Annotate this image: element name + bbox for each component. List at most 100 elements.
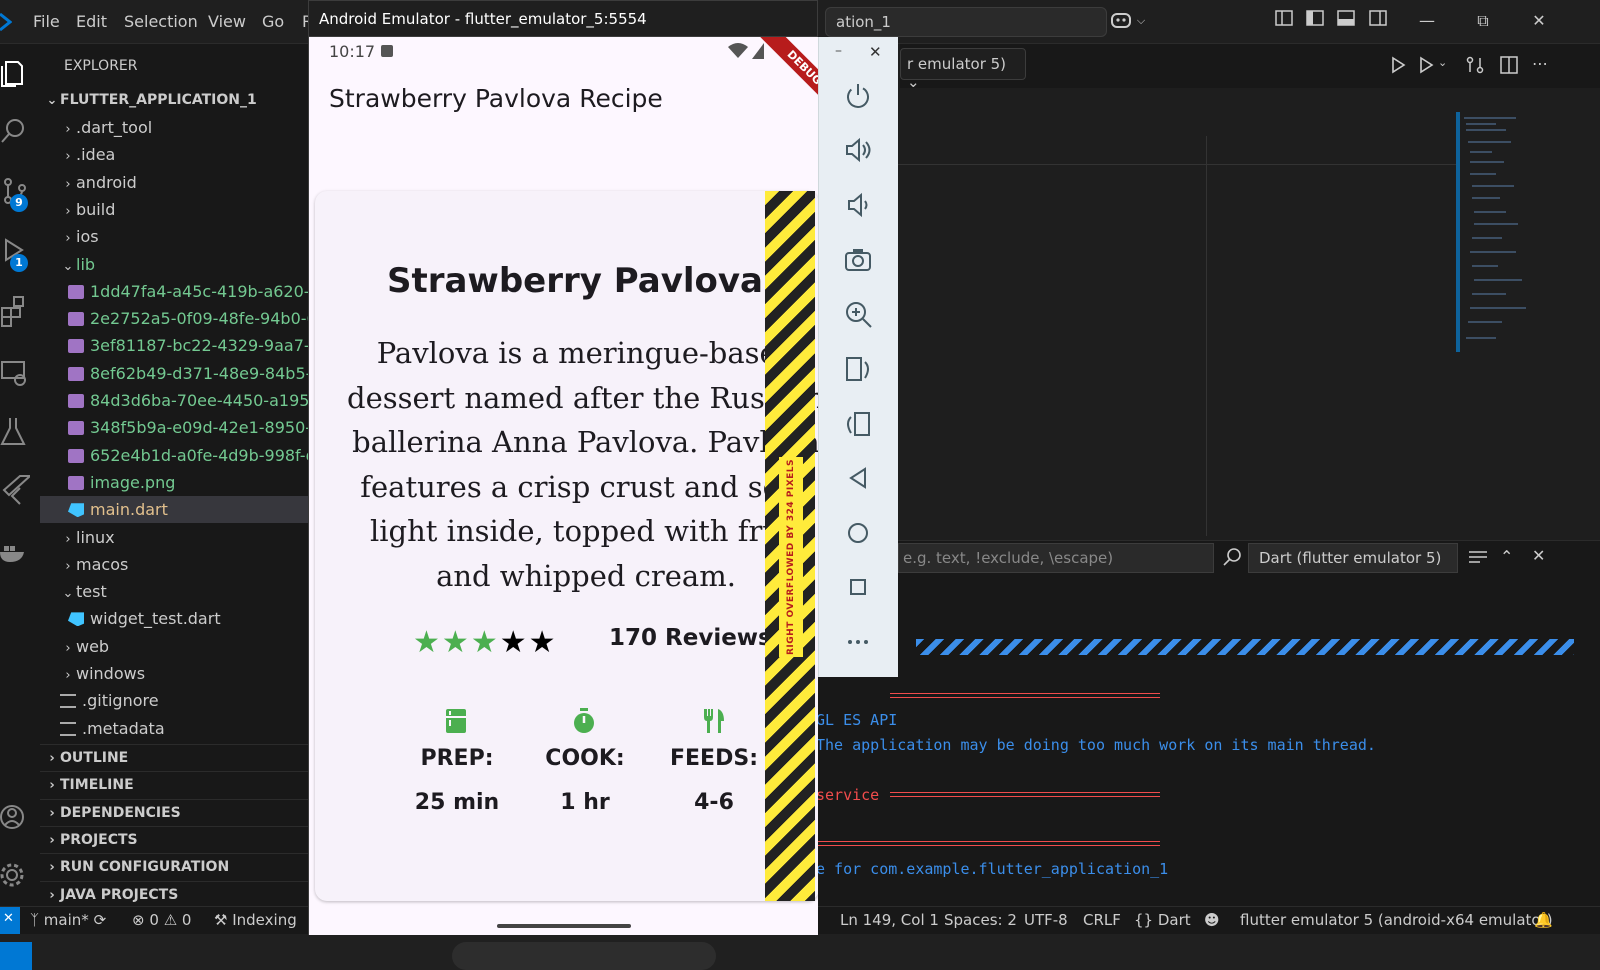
extensions-icon[interactable] [0,294,30,328]
minimize-icon[interactable]: – [835,43,842,59]
menu-selection[interactable]: Selection [124,12,198,31]
tree-item[interactable]: 3ef81187-bc22-4329-9aa7-5d... [40,332,316,359]
explorer-icon[interactable] [0,56,30,90]
minimize-icon[interactable]: — [1416,10,1438,32]
section-dependencies[interactable]: › DEPENDENCIES [40,798,316,826]
tree-item[interactable]: .gitignore [40,687,316,714]
run-target-dropdown[interactable]: r emulator 5) ⌄ [900,48,1026,91]
section-outline[interactable]: › OUTLINE [40,744,316,771]
output-filter-input[interactable]: e.g. text, !exclude, \escape) [898,543,1214,573]
file-icon [60,721,76,736]
section-java-projects[interactable]: › JAVA PROJECTS [40,880,316,908]
tree-item[interactable]: › android [40,169,316,196]
volume-up-icon[interactable] [843,135,873,165]
tree-item[interactable]: 2e2752a5-0f09-48fe-94b0-6d... [40,305,316,332]
tree-item[interactable]: › build [40,196,316,223]
tree-item-label: 84d3d6ba-70ee-4450-a195-f1... [90,391,316,410]
run-icon[interactable] [1390,56,1406,74]
section-timeline[interactable]: › TIMELINE [40,771,316,798]
gesture-nav-handle[interactable] [497,924,631,928]
accounts-icon[interactable] [0,800,30,834]
menu-go[interactable]: Go [262,12,284,31]
camera-icon[interactable] [843,245,873,275]
testing-icon[interactable] [0,414,30,448]
close-icon[interactable]: ✕ [869,43,882,61]
docker-icon[interactable] [0,534,30,568]
tree-item[interactable]: 84d3d6ba-70ee-4450-a195-f1... [40,387,316,414]
rotate-left-icon[interactable] [843,354,873,384]
back-icon[interactable] [843,463,873,493]
close-window-icon[interactable]: ✕ [1528,10,1550,32]
power-icon[interactable] [843,81,873,111]
home-icon[interactable] [843,518,873,548]
notifications-bell-icon[interactable]: 🔔 [1534,911,1553,929]
toggle-secondary-sidebar-icon[interactable] [1367,10,1389,32]
run-debug-dropdown-icon[interactable] [1418,56,1434,74]
device-status[interactable]: flutter emulator 5 (android-x64 emulator… [1240,911,1553,929]
tree-item[interactable]: ⌄ test [40,578,316,605]
remote-explorer-icon[interactable] [0,356,30,390]
tree-item[interactable]: › linux [40,524,316,551]
maximize-panel-icon[interactable]: ⌃ [1500,547,1513,566]
compare-changes-icon[interactable] [1466,56,1484,74]
cursor-position[interactable]: Ln 149, Col 1 [840,911,939,929]
volume-down-icon[interactable] [843,190,873,220]
project-root[interactable]: ⌄ FLUTTER_APPLICATION_1 [40,87,316,114]
language-status[interactable]: {} Dart [1134,911,1191,929]
tree-item[interactable]: widget_test.dart [40,605,316,632]
tree-item[interactable]: 348f5b9a-e09d-42e1-8950-35... [40,414,316,441]
minimap[interactable] [1456,112,1556,372]
tree-item[interactable]: › macos [40,551,316,578]
problems-status[interactable]: ⊗ 0 ⚠ 0 [132,911,191,929]
chevron-down-icon[interactable]: ⌵ [1130,10,1152,32]
eol-status[interactable]: CRLF [1083,911,1121,929]
tree-item[interactable]: .metadata [40,715,316,742]
menu-edit[interactable]: Edit [76,12,107,31]
tree-item[interactable]: › windows [40,660,316,687]
restore-icon[interactable]: ⧉ [1472,10,1494,32]
toggle-primary-sidebar-icon[interactable] [1304,10,1326,32]
tree-item[interactable]: › ios [40,223,316,250]
tree-item[interactable]: 8ef62b49-d371-48e9-84b5-b6... [40,360,316,387]
command-center-search[interactable]: ation_1 [825,7,1107,37]
more-icon[interactable] [843,627,873,657]
close-panel-icon[interactable]: ✕ [1532,546,1545,565]
copilot-status-icon[interactable]: ☻ [1204,911,1220,929]
output-line: service [816,786,880,804]
section-projects[interactable]: › PROJECTS [40,825,316,853]
indentation-status[interactable]: Spaces: 2 [944,911,1017,929]
menu-view[interactable]: View [208,12,246,31]
branch-status[interactable]: ᛉ main* ⟳ [30,911,106,929]
taskbar-search[interactable] [452,942,716,970]
tree-item[interactable]: › .dart_tool [40,114,316,141]
settings-gear-icon[interactable] [0,858,30,892]
chevron-down-icon[interactable]: ⌄ [1438,56,1447,69]
zoom-icon[interactable] [843,299,873,329]
word-wrap-icon[interactable] [1468,549,1488,565]
tree-item[interactable]: › .idea [40,141,316,168]
split-editor-icon[interactable] [1500,56,1518,74]
search-icon[interactable] [1222,547,1242,567]
tree-item[interactable]: 1dd47fa4-a45c-419b-a620-14... [40,278,316,305]
toggle-panel-icon[interactable] [1335,10,1357,32]
customize-layout-icon[interactable] [1273,10,1295,32]
encoding-status[interactable]: UTF-8 [1024,911,1068,929]
output-channel-select[interactable]: Dart (flutter emulator 5) [1248,543,1458,573]
start-icon[interactable] [0,942,32,970]
overview-icon[interactable] [843,572,873,602]
flutter-icon[interactable] [0,472,30,506]
search-icon[interactable] [0,114,30,148]
rotate-right-icon[interactable] [843,409,873,439]
tree-item[interactable]: image.png [40,469,316,496]
tree-item[interactable]: 652e4b1d-a0fe-4d9b-998f-d9... [40,442,316,469]
image-file-icon [68,366,84,381]
menu-file[interactable]: File [33,12,60,31]
tree-item[interactable]: main.dart [40,496,316,524]
windows-taskbar [0,934,1600,970]
remote-indicator[interactable]: ✕ [0,907,20,934]
copilot-icon[interactable] [1110,10,1132,32]
more-actions-icon[interactable]: ⋯ [1532,54,1548,73]
tree-item[interactable]: ⌄ lib [40,251,316,278]
section-run-configuration[interactable]: › RUN CONFIGURATION [40,853,316,880]
tree-item[interactable]: › web [40,633,316,660]
